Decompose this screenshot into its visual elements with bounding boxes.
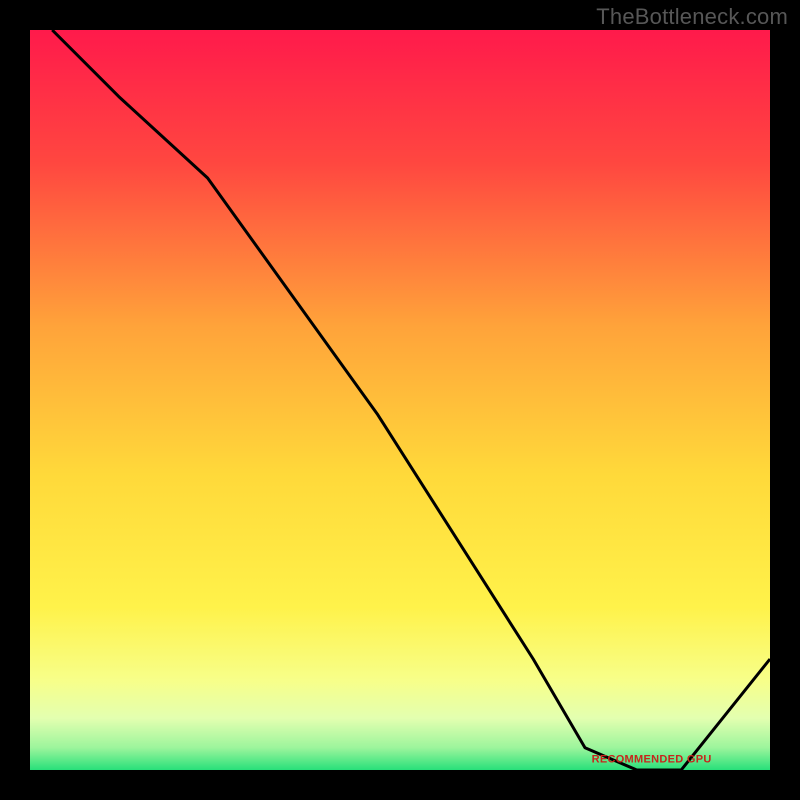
plot-background <box>30 30 770 770</box>
chart-root: TheBottleneck.com RECOMMENDED GPU <box>0 0 800 800</box>
recommended-gpu-annotation: RECOMMENDED GPU <box>592 754 712 766</box>
chart-svg: RECOMMENDED GPU <box>0 0 800 800</box>
